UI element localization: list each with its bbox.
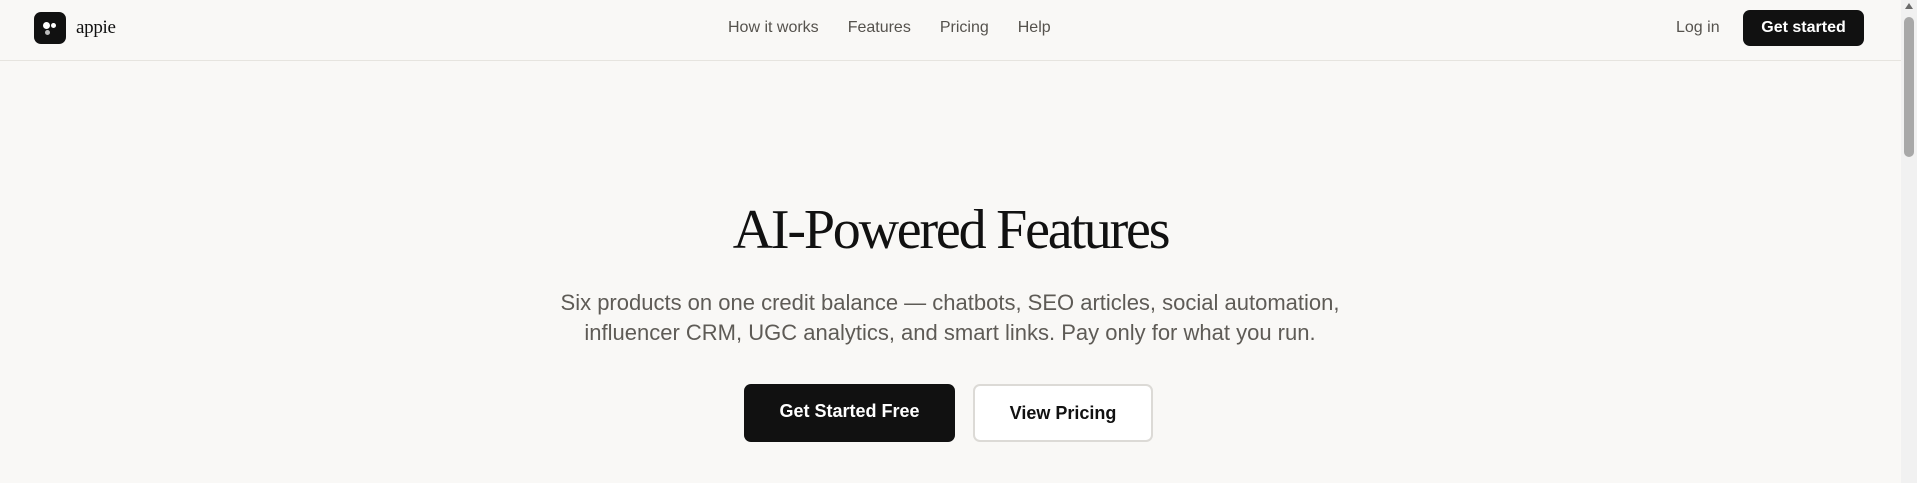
view-pricing-button[interactable]: View Pricing (973, 384, 1153, 442)
nav-help[interactable]: Help (1018, 18, 1051, 38)
page-scrollbar[interactable] (1901, 0, 1917, 483)
page: appie How it works Features Pricing Help… (0, 0, 1917, 483)
get-started-free-button[interactable]: Get Started Free (744, 384, 955, 442)
brand-logo-link[interactable]: appie (34, 12, 116, 44)
hero-title: AI-Powered Features (732, 199, 1171, 261)
hero-cta-row: Get Started Free View Pricing (744, 384, 1153, 442)
scrollbar-thumb[interactable] (1904, 17, 1914, 157)
brand-name: appie (76, 17, 116, 38)
scroll-up-arrow-icon[interactable] (1905, 3, 1913, 9)
top-navbar: appie How it works Features Pricing Help… (0, 0, 1901, 61)
get-started-button[interactable]: Get started (1743, 10, 1864, 46)
hero-subtitle: Six products on one credit balance — cha… (560, 290, 1340, 345)
login-link[interactable]: Log in (1676, 18, 1720, 38)
main-nav: How it works Features Pricing Help (728, 18, 1051, 38)
nav-pricing[interactable]: Pricing (940, 18, 989, 38)
nav-how-it-works[interactable]: How it works (728, 18, 819, 38)
appie-logo-icon (34, 12, 66, 44)
nav-features[interactable]: Features (848, 18, 911, 38)
